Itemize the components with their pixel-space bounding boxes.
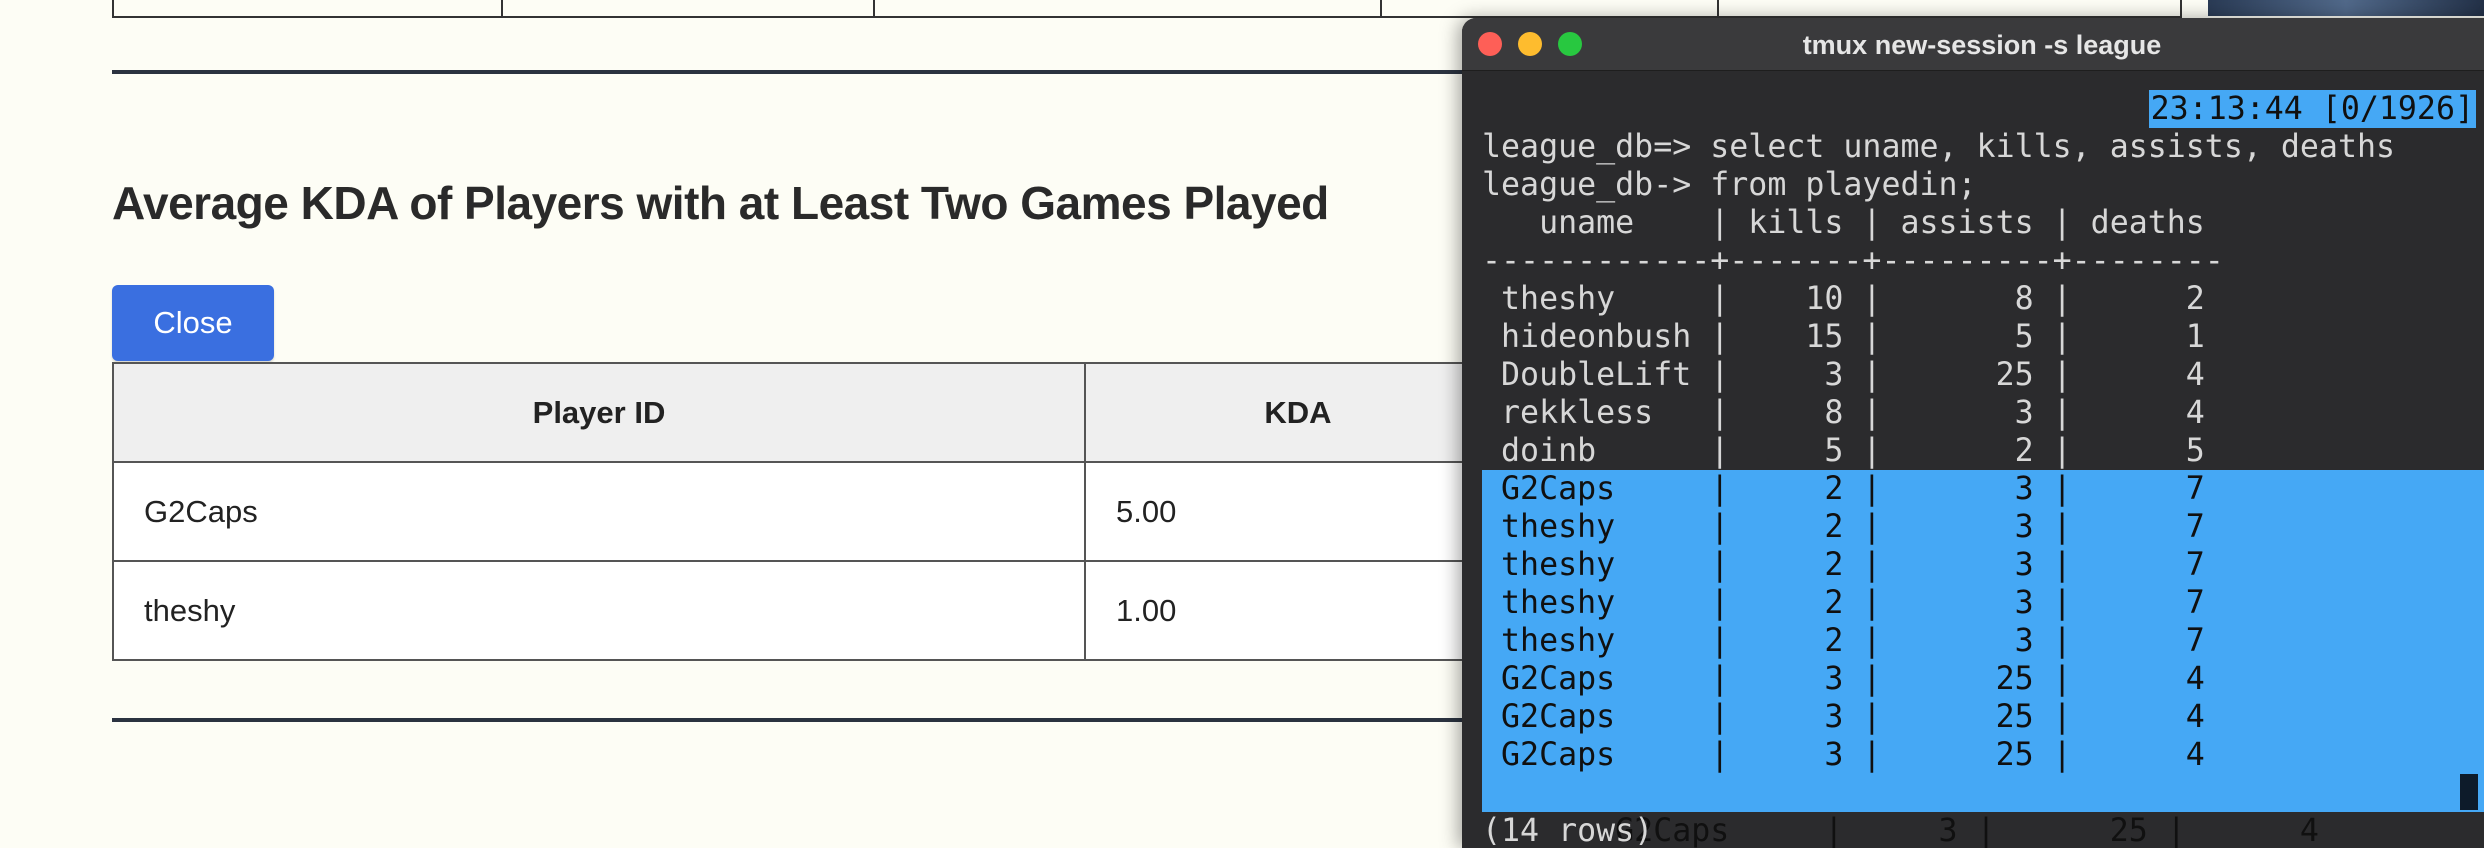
terminal-window[interactable]: tmux new-session -s league 23:13:44 [0/1… <box>1462 18 2484 848</box>
terminal-line: rekkless | 8 | 3 | 4 <box>1482 395 2205 431</box>
section-divider-bottom <box>112 718 1512 722</box>
table-row: theshy 1.00 <box>112 560 1512 661</box>
terminal-line-selected: theshy | 2 | 3 | 7 <box>1482 584 2484 622</box>
table-cell <box>1719 0 2180 16</box>
terminal-line: uname | kills | assists | deaths <box>1482 205 2205 241</box>
terminal-line-selected: G2Caps | 3 | 25 | 4 <box>1482 660 2484 698</box>
section-title: Average KDA of Players with at Least Two… <box>112 177 1329 229</box>
terminal-line-selected: theshy | 2 | 3 | 7 <box>1482 546 2484 584</box>
terminal-line-selected: G2Caps | 3 | 25 | 4 <box>1482 774 2484 848</box>
kda-cell: 1.00 <box>1084 560 1512 661</box>
table-header-row: Player ID KDA <box>112 362 1512 463</box>
table-cell <box>875 0 1382 16</box>
column-header-kda: KDA <box>1084 362 1512 463</box>
player-id-cell: G2Caps <box>112 461 1086 562</box>
close-button[interactable]: Close <box>112 285 274 361</box>
terminal-titlebar[interactable]: tmux new-session -s league <box>1462 18 2484 71</box>
terminal-cursor <box>2460 774 2478 810</box>
terminal-output[interactable]: 23:13:44 [0/1926] league_db=> select una… <box>1482 90 2484 848</box>
terminal-status-line: 23:13:44 [0/1926] <box>1482 90 2484 128</box>
terminal-line-selected: G2Caps | 3 | 25 | 4 <box>1482 698 2484 736</box>
table-cell <box>1382 0 1719 16</box>
terminal-title: tmux new-session -s league <box>1802 30 2162 60</box>
table-row: G2Caps 5.00 <box>112 461 1512 562</box>
player-id-cell: theshy <box>112 560 1086 661</box>
terminal-line: ------------+-------+---------+-------- <box>1482 243 2224 279</box>
terminal-line-selected: theshy | 2 | 3 | 7 <box>1482 508 2484 546</box>
terminal-line: theshy | 10 | 8 | 2 <box>1482 281 2205 317</box>
section-divider-top <box>112 70 1512 74</box>
terminal-line: hideonbush | 15 | 5 | 1 <box>1482 319 2205 355</box>
terminal-line-selected: G2Caps | 3 | 25 | 4 <box>1482 736 2484 774</box>
background-image-fragment <box>2208 0 2484 16</box>
terminal-line: league_db=> select uname, kills, assists… <box>1482 129 2396 165</box>
kda-cell: 5.00 <box>1084 461 1512 562</box>
previous-table-bottom <box>112 0 2182 18</box>
terminal-line-selected: theshy | 2 | 3 | 7 <box>1482 622 2484 660</box>
terminal-line: doinb | 5 | 2 | 5 <box>1482 433 2205 469</box>
tmux-status-indicator: 23:13:44 [0/1926] <box>2148 90 2476 128</box>
terminal-line: league_db-> from playedin; <box>1482 167 1977 203</box>
column-header-player-id: Player ID <box>112 362 1086 463</box>
table-cell <box>503 0 875 16</box>
terminal-line-selected: G2Caps | 2 | 3 | 7 <box>1482 470 2484 508</box>
kda-table: Player ID KDA G2Caps 5.00 theshy 1.00 <box>112 362 1512 661</box>
terminal-line: (14 rows) <box>1482 813 1654 848</box>
table-cell <box>114 0 504 16</box>
terminal-line: DoubleLift | 3 | 25 | 4 <box>1482 357 2205 393</box>
